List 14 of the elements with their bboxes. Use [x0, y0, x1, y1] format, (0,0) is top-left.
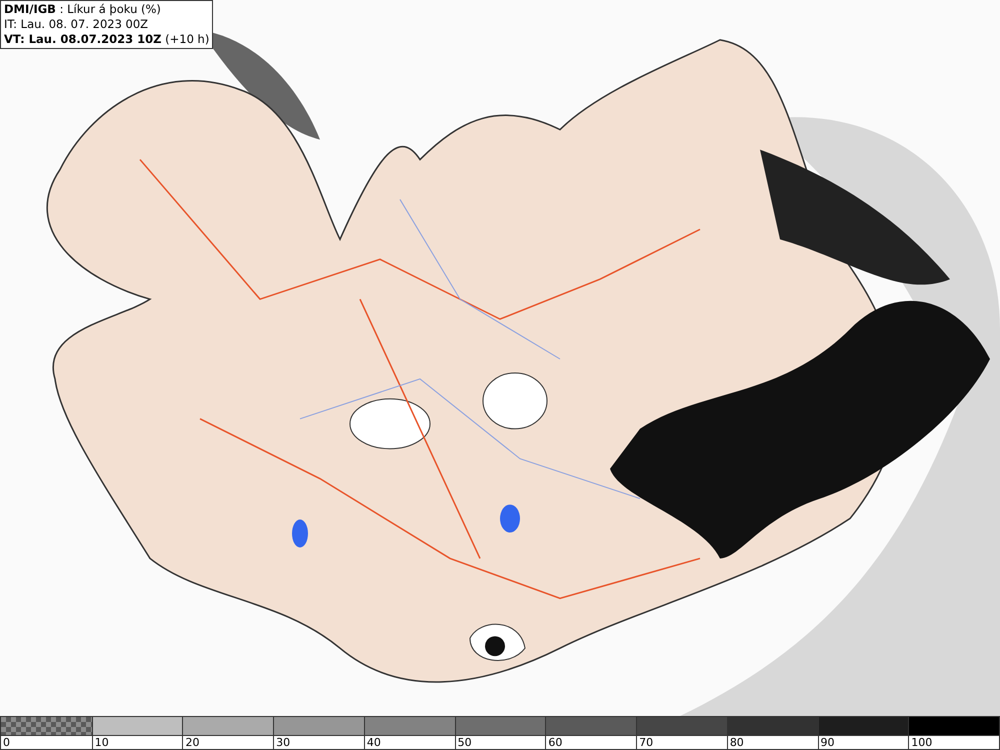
- info-line: IT: Lau. 08. 07. 2023 00Z: [4, 17, 150, 32]
- legend-label: 10: [94, 736, 109, 750]
- legend-label: 100: [910, 736, 932, 750]
- legend-label: 0: [2, 736, 10, 750]
- legend-label: 90: [820, 736, 835, 750]
- info-line: DMI/IGB : Líkur á þoku (%): [4, 2, 162, 17]
- legend-label: 50: [456, 736, 472, 750]
- legend-label: 40: [366, 736, 381, 750]
- info-line: VT: Lau. 08.07.2023 10Z (+10 h): [4, 32, 210, 47]
- legend-label: 70: [638, 736, 654, 750]
- legend-label: 60: [547, 736, 562, 750]
- legend-label: 30: [275, 736, 290, 750]
- legend-label: 20: [184, 736, 200, 750]
- legend-label: 80: [728, 736, 744, 750]
